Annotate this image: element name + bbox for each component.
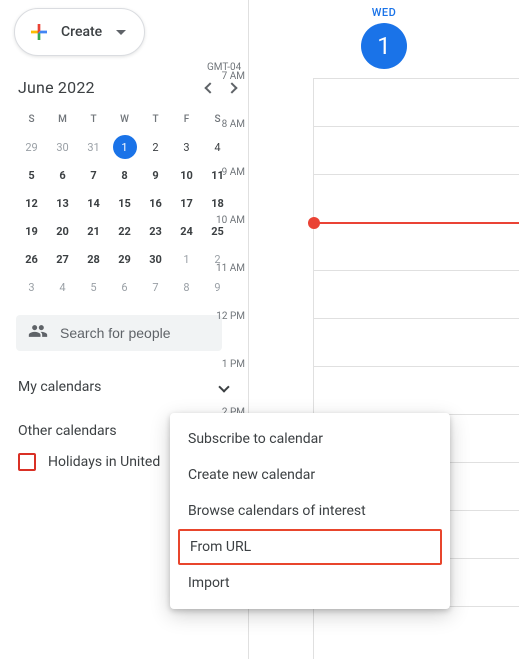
hour-gridline: [313, 366, 519, 367]
next-month-icon[interactable]: [226, 82, 237, 93]
mini-cal-day[interactable]: 22: [109, 217, 140, 245]
hour-label: 12 PM: [205, 311, 245, 322]
menu-item-browse-calendars-of-interest[interactable]: Browse calendars of interest: [170, 493, 450, 529]
hour-gridline: [313, 318, 519, 319]
mini-cal-day[interactable]: 20: [47, 217, 78, 245]
mini-cal-day[interactable]: 30: [47, 133, 78, 161]
mini-cal-day[interactable]: 21: [78, 217, 109, 245]
mini-cal-day[interactable]: 7: [140, 273, 171, 301]
mini-cal-day[interactable]: 27: [47, 245, 78, 273]
hour-label: 7 AM: [205, 71, 245, 82]
people-icon: [28, 321, 48, 345]
other-calendars-menu: Subscribe to calendarCreate new calendar…: [170, 413, 450, 609]
mini-cal-day[interactable]: 4: [202, 133, 233, 161]
plus-icon: [27, 20, 51, 44]
dow-label: S: [16, 105, 47, 133]
mini-cal-day[interactable]: 3: [171, 133, 202, 161]
menu-item-from-url[interactable]: From URL: [178, 529, 442, 565]
day-number[interactable]: 1: [361, 23, 407, 69]
mini-cal-day[interactable]: 28: [78, 245, 109, 273]
mini-cal-day[interactable]: 16: [140, 189, 171, 217]
hour-label: 11 AM: [205, 263, 245, 274]
hour-gridline: [313, 126, 519, 127]
mini-cal-day[interactable]: 29: [109, 245, 140, 273]
mini-cal-day[interactable]: 10: [171, 161, 202, 189]
mini-cal-day[interactable]: 9: [140, 161, 171, 189]
hour-gridline: [313, 78, 519, 79]
mini-cal-day[interactable]: 13: [47, 189, 78, 217]
menu-item-create-new-calendar[interactable]: Create new calendar: [170, 457, 450, 493]
hour-label: 8 AM: [205, 119, 245, 130]
day-name: WED: [249, 6, 519, 19]
hour-gridline: [313, 174, 519, 175]
dow-label: F: [171, 105, 202, 133]
prev-month-icon[interactable]: [204, 82, 215, 93]
chevron-down-icon: [116, 30, 126, 35]
mini-cal-day[interactable]: 18: [202, 189, 233, 217]
mini-cal-day[interactable]: 1: [109, 133, 140, 161]
mini-cal-day[interactable]: 23: [140, 217, 171, 245]
dow-label: T: [78, 105, 109, 133]
dow-label: M: [47, 105, 78, 133]
now-indicator-dot: [308, 217, 320, 229]
mini-cal-day[interactable]: 4: [47, 273, 78, 301]
mini-cal-day[interactable]: 5: [78, 273, 109, 301]
mini-cal-day[interactable]: 6: [47, 161, 78, 189]
mini-cal-day[interactable]: 2: [140, 133, 171, 161]
mini-cal-day[interactable]: 17: [171, 189, 202, 217]
search-input[interactable]: [60, 325, 210, 341]
mini-cal-day[interactable]: 14: [78, 189, 109, 217]
mini-cal-day[interactable]: 8: [109, 161, 140, 189]
mini-cal-day[interactable]: 31: [78, 133, 109, 161]
my-calendars-label: My calendars: [18, 379, 101, 395]
mini-cal-day[interactable]: 3: [16, 273, 47, 301]
dow-label: T: [140, 105, 171, 133]
mini-cal-day[interactable]: 19: [16, 217, 47, 245]
create-button[interactable]: Create: [14, 8, 145, 56]
other-calendars-label: Other calendars: [18, 423, 117, 439]
mini-cal-day[interactable]: 6: [109, 273, 140, 301]
mini-cal-title: June 2022: [18, 78, 95, 97]
chevron-down-icon: [218, 381, 229, 392]
menu-item-subscribe-to-calendar[interactable]: Subscribe to calendar: [170, 421, 450, 457]
dow-label: W: [109, 105, 140, 133]
create-label: Create: [61, 24, 102, 40]
search-people-box[interactable]: [16, 315, 222, 351]
my-calendars-toggle[interactable]: My calendars: [18, 379, 230, 395]
now-indicator-line: [313, 222, 519, 224]
mini-cal-day[interactable]: 26: [16, 245, 47, 273]
hour-gridline: [313, 270, 519, 271]
mini-cal-day[interactable]: 29: [16, 133, 47, 161]
checkbox-icon[interactable]: [18, 453, 36, 471]
mini-cal-day[interactable]: 12: [16, 189, 47, 217]
mini-cal-day[interactable]: 8: [171, 273, 202, 301]
mini-cal-day[interactable]: 1: [171, 245, 202, 273]
mini-cal-day[interactable]: 7: [78, 161, 109, 189]
mini-cal-day[interactable]: 9: [202, 273, 233, 301]
mini-cal-day[interactable]: 30: [140, 245, 171, 273]
hour-label: 1 PM: [205, 359, 245, 370]
hour-label: 10 AM: [205, 215, 245, 226]
mini-cal-day[interactable]: 24: [171, 217, 202, 245]
menu-item-import[interactable]: Import: [170, 565, 450, 601]
calendar-item-label: Holidays in United: [48, 454, 160, 470]
mini-calendar: SMTWTFS 29303112345678910111213141516171…: [16, 105, 234, 301]
hour-label: 9 AM: [205, 167, 245, 178]
mini-cal-day[interactable]: 15: [109, 189, 140, 217]
mini-cal-day[interactable]: 5: [16, 161, 47, 189]
